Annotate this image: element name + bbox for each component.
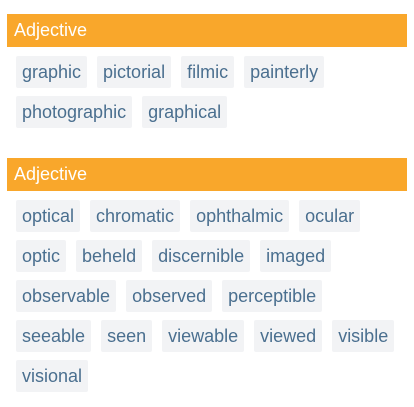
adjective-section-1: Adjective graphic pictorial filmic paint… xyxy=(7,14,407,128)
word-chip-visible[interactable]: visible xyxy=(332,320,395,352)
section-header: Adjective xyxy=(7,14,407,47)
word-chip-pictorial[interactable]: pictorial xyxy=(97,56,172,88)
word-chip-graphic[interactable]: graphic xyxy=(16,56,88,88)
word-chip-perceptible[interactable]: perceptible xyxy=(222,280,323,312)
word-chip-viewable[interactable]: viewable xyxy=(162,320,245,352)
word-chip-discernible[interactable]: discernible xyxy=(152,240,251,272)
word-chip-list: optical chromatic ophthalmic ocular opti… xyxy=(7,191,407,392)
adjective-section-2: Adjective optical chromatic ophthalmic o… xyxy=(7,158,407,392)
section-header: Adjective xyxy=(7,158,407,191)
word-chip-viewed[interactable]: viewed xyxy=(254,320,323,352)
word-chip-chromatic[interactable]: chromatic xyxy=(90,200,181,232)
word-chip-painterly[interactable]: painterly xyxy=(244,56,325,88)
synonym-page: Adjective graphic pictorial filmic paint… xyxy=(0,0,414,407)
word-chip-beheld[interactable]: beheld xyxy=(76,240,143,272)
word-chip-visional[interactable]: visional xyxy=(16,360,89,392)
word-chip-optic[interactable]: optic xyxy=(16,240,67,272)
word-chip-seen[interactable]: seen xyxy=(101,320,153,352)
word-chip-seeable[interactable]: seeable xyxy=(16,320,92,352)
word-chip-imaged[interactable]: imaged xyxy=(260,240,332,272)
word-chip-graphical[interactable]: graphical xyxy=(142,96,228,128)
word-chip-optical[interactable]: optical xyxy=(16,200,81,232)
word-chip-photographic[interactable]: photographic xyxy=(16,96,133,128)
word-chip-observed[interactable]: observed xyxy=(126,280,213,312)
word-chip-filmic[interactable]: filmic xyxy=(181,56,235,88)
word-chip-observable[interactable]: observable xyxy=(16,280,117,312)
word-chip-ophthalmic[interactable]: ophthalmic xyxy=(190,200,290,232)
word-chip-list: graphic pictorial filmic painterly photo… xyxy=(7,47,407,128)
word-chip-ocular[interactable]: ocular xyxy=(299,200,361,232)
